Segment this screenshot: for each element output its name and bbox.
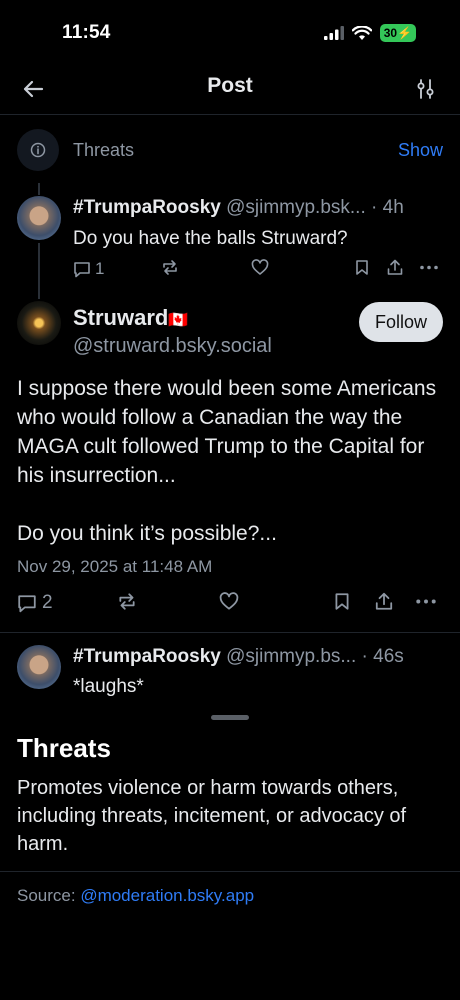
sheet-description: Promotes violence or harm towards others… [17,777,407,855]
show-label-button[interactable]: Show [398,140,443,161]
page-title: Post [207,74,253,97]
source-prefix: Source: [17,886,81,905]
canada-flag-icon: 🇨🇦 [168,312,189,329]
follow-button[interactable]: Follow [359,302,443,342]
more-options-button[interactable] [415,592,437,611]
repost-icon [119,593,135,610]
post-paragraph: I suppose there would been some American… [17,377,437,487]
more-options-button[interactable] [419,259,439,276]
bookmark-button[interactable] [354,259,370,276]
author-name: Struward [73,305,169,330]
main-author-handle[interactable]: @struward.bsky.social [73,335,272,358]
repost-button[interactable] [117,592,137,611]
info-icon [30,142,46,158]
post-time: · 46s [361,646,404,667]
thread-line-top [38,183,40,195]
battery-level: 30 [383,26,398,40]
reply-button[interactable]: 2 [17,592,53,614]
sheet-grabber[interactable] [211,715,249,720]
label-name: Threats [73,140,135,160]
author-handle[interactable]: @sjimmyp.bsk... [226,197,366,218]
heart-icon [251,259,269,275]
bookmark-icon [356,260,368,275]
main-post-text: I suppose there would been some American… [17,374,447,577]
author-handle[interactable]: @sjimmyp.bs... [226,646,356,667]
status-icons: 30⚡ [323,24,416,42]
reply-parent-header: #TrumpaRoosky @sjimmyp.bsk... · 4h [73,197,404,219]
avatar[interactable] [17,645,61,689]
post-divider [0,632,460,633]
bookmark-icon [335,593,349,610]
share-button[interactable] [374,592,394,611]
reply-icon [74,261,90,277]
reply-icon [18,594,36,612]
reply-parent-text: Do you have the balls Struward? [73,228,348,249]
heart-icon [219,592,239,610]
avatar[interactable] [17,301,61,345]
reply-count: 2 [42,592,53,613]
label-source: Source: @moderation.bsky.app [17,886,254,906]
post-paragraph: Do you think it’s possible?... [17,522,277,545]
share-button[interactable] [386,259,404,276]
like-button[interactable] [219,592,239,611]
main-post-actions: 2 [17,592,443,618]
main-author-name[interactable]: Struward🇨🇦 [73,305,188,331]
settings-sliders-icon[interactable] [416,78,436,100]
like-button[interactable] [251,259,269,276]
repost-button[interactable] [161,259,179,276]
share-icon [387,259,403,275]
post-date: Nov 29, 2025 at 11:48 AM [17,557,213,576]
more-dots-icon [416,599,436,604]
reply-child-text: *laughs* [73,676,144,697]
share-icon [375,592,393,610]
thread-line [38,243,40,299]
source-link[interactable]: @moderation.bsky.app [80,886,254,905]
bookmark-button[interactable] [333,592,351,611]
label-icon-circle [17,129,59,171]
author-name[interactable]: #TrumpaRoosky [73,646,221,667]
sheet-title: Threats [17,733,111,763]
more-dots-icon [420,265,438,270]
reply-count: 1 [95,259,105,278]
author-name[interactable]: #TrumpaRoosky [73,197,221,218]
wifi-icon [351,25,372,40]
repost-icon [163,260,177,275]
reply-child-header: #TrumpaRoosky @sjimmyp.bs... · 46s [73,646,404,668]
status-bar: 11:54 30⚡ [0,0,460,64]
content-label-notice[interactable]: Threats Show [17,129,443,171]
reply-button[interactable]: 1 [73,259,104,279]
battery-indicator: 30⚡ [379,24,416,42]
cellular-signal-icon [323,26,344,40]
sheet-divider [0,871,460,872]
header-divider [0,114,460,115]
reply-parent-actions: 1 [73,259,443,281]
top-header: Post [0,64,460,114]
avatar[interactable] [17,196,61,240]
status-time: 11:54 [62,22,111,43]
post-time: · 4h [371,197,404,218]
